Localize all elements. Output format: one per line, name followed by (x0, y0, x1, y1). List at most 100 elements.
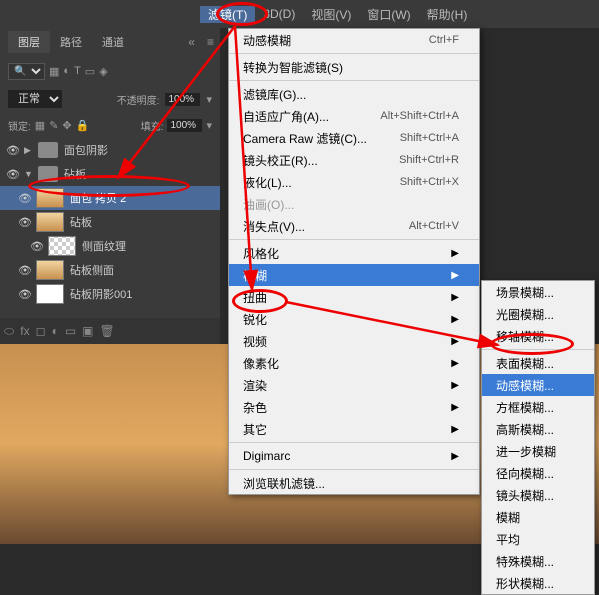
filter-image-icon[interactable]: ▦ (49, 65, 59, 78)
submenu-iris-blur[interactable]: 光圈模糊... (482, 303, 594, 325)
filter-shape-icon[interactable]: ▭ (85, 65, 95, 78)
submenu-gaussian[interactable]: 高斯模糊... (482, 418, 594, 440)
group-icon[interactable]: ▭ (65, 324, 76, 338)
filter-smart-icon[interactable]: ◈ (99, 65, 107, 78)
menu-filter-gallery[interactable]: 滤镜库(G)... (229, 83, 479, 105)
layer-row[interactable]: 👁 ▼ 砧板 (0, 162, 220, 186)
fx-icon[interactable]: fx (20, 324, 29, 338)
menu-label: 模糊 (243, 267, 267, 284)
new-layer-icon[interactable]: ▣ (82, 324, 93, 338)
submenu-motion-blur[interactable]: 动感模糊... (482, 374, 594, 396)
link-icon[interactable]: ⬭ (4, 324, 14, 339)
menu-lens-correct[interactable]: 镜头校正(R)... Shift+Ctrl+R (229, 149, 479, 171)
tab-layers[interactable]: 图层 (8, 31, 50, 53)
visibility-icon[interactable]: 👁 (6, 144, 18, 157)
menu-label: 锐化 (243, 311, 267, 328)
fill-input[interactable] (167, 119, 202, 132)
submenu-arrow-icon: ▶ (451, 314, 459, 325)
menu-shortcut: Ctrl+F (429, 34, 459, 46)
menu-stylize[interactable]: 风格化▶ (229, 242, 479, 264)
fill-dropdown-icon[interactable]: ▾ (206, 119, 212, 132)
submenu-tilt-shift[interactable]: 移轴模糊... (482, 325, 594, 347)
layer-row[interactable]: 👁 ▶ 面包阴影 (0, 138, 220, 162)
visibility-icon[interactable]: 👁 (18, 288, 30, 301)
visibility-icon[interactable]: 👁 (6, 168, 18, 181)
layer-row[interactable]: 👁 砧板 (0, 210, 220, 234)
blend-mode-select[interactable]: 正常 (8, 90, 62, 108)
filter-adjust-icon[interactable]: ◐ (63, 65, 70, 77)
layer-row[interactable]: 👁 面包 拷贝 2 (0, 186, 220, 210)
layer-filter-select[interactable]: 🔍 (8, 63, 45, 80)
layer-thumbnail (36, 188, 64, 208)
submenu-average[interactable]: 平均 (482, 528, 594, 550)
lock-pixels-icon[interactable]: ▦ (35, 119, 45, 132)
expand-icon[interactable]: ▼ (24, 169, 32, 179)
menu-shortcut: Alt+Ctrl+V (409, 220, 459, 232)
lock-all-icon[interactable]: 🔒 (76, 119, 90, 132)
menu-shortcut: Shift+Ctrl+R (399, 154, 459, 166)
filter-type-icon[interactable]: T (74, 65, 81, 77)
menu-adaptive-wide[interactable]: 自适应广角(A)... Alt+Shift+Ctrl+A (229, 105, 479, 127)
menu-3d[interactable]: 3D(D) (255, 7, 303, 21)
visibility-icon[interactable]: 👁 (18, 264, 30, 277)
visibility-icon[interactable]: 👁 (18, 192, 30, 205)
blur-submenu: 场景模糊... 光圈模糊... 移轴模糊... 表面模糊... 动感模糊... … (481, 280, 595, 595)
panel-menu-icon[interactable]: ≡ (201, 35, 220, 49)
layer-thumbnail (36, 260, 64, 280)
layer-row[interactable]: 👁 砧板侧面 (0, 258, 220, 282)
tab-channels[interactable]: 通道 (92, 31, 134, 53)
submenu-field-blur[interactable]: 场景模糊... (482, 281, 594, 303)
layer-row[interactable]: 👁 侧面纹理 (0, 234, 220, 258)
expand-icon[interactable]: ▶ (24, 145, 32, 156)
menu-camera-raw[interactable]: Camera Raw 滤镜(C)... Shift+Ctrl+A (229, 127, 479, 149)
menu-vanishing[interactable]: 消失点(V)... Alt+Ctrl+V (229, 215, 479, 237)
submenu-box[interactable]: 方框模糊... (482, 396, 594, 418)
menu-oil-paint: 油画(O)... (229, 193, 479, 215)
opacity-input[interactable] (165, 93, 200, 106)
submenu-blur-more[interactable]: 进一步模糊 (482, 440, 594, 462)
layers-panel: 👁 ▶ 面包阴影 👁 ▼ 砧板 👁 面包 拷贝 2 👁 砧板 👁 侧面纹理 👁 … (0, 138, 220, 318)
visibility-icon[interactable]: 👁 (30, 240, 42, 253)
menu-convert-smart[interactable]: 转换为智能滤镜(S) (229, 56, 479, 78)
menu-motion-blur-last[interactable]: 动感模糊 Ctrl+F (229, 29, 479, 51)
menu-digimarc[interactable]: Digimarc▶ (229, 445, 479, 467)
menu-blur[interactable]: 模糊▶ (229, 264, 479, 286)
folder-icon (38, 142, 58, 158)
menu-label: 其它 (243, 421, 267, 438)
layer-name: 砧板 (70, 214, 92, 230)
menu-distort[interactable]: 扭曲▶ (229, 286, 479, 308)
menu-label: 扭曲 (243, 289, 267, 306)
filter-menu: 动感模糊 Ctrl+F 转换为智能滤镜(S) 滤镜库(G)... 自适应广角(A… (228, 28, 480, 495)
menu-render[interactable]: 渲染▶ (229, 374, 479, 396)
submenu-lens[interactable]: 镜头模糊... (482, 484, 594, 506)
lock-brush-icon[interactable]: ✎ (49, 119, 58, 132)
menu-other[interactable]: 其它▶ (229, 418, 479, 440)
submenu-blur[interactable]: 模糊 (482, 506, 594, 528)
submenu-surface[interactable]: 表面模糊... (482, 352, 594, 374)
menu-sharpen[interactable]: 锐化 ▶ (229, 308, 479, 330)
visibility-icon[interactable]: 👁 (18, 216, 30, 229)
submenu-smart[interactable]: 特殊模糊... (482, 550, 594, 572)
menu-label: 渲染 (243, 377, 267, 394)
submenu-shape[interactable]: 形状模糊... (482, 572, 594, 594)
menu-window[interactable]: 窗口(W) (359, 6, 418, 23)
menu-browse-online[interactable]: 浏览联机滤镜... (229, 472, 479, 494)
menu-filter[interactable]: 滤镜(T) (200, 6, 255, 23)
menu-label: 液化(L)... (243, 174, 292, 191)
menu-pixelate[interactable]: 像素化▶ (229, 352, 479, 374)
panel-close-icon[interactable]: « (182, 35, 201, 49)
lock-move-icon[interactable]: ✥ (62, 119, 71, 132)
menu-help[interactable]: 帮助(H) (419, 6, 476, 23)
menu-noise[interactable]: 杂色▶ (229, 396, 479, 418)
menu-liquify[interactable]: 液化(L)... Shift+Ctrl+X (229, 171, 479, 193)
fill-label: 填充: (141, 118, 164, 133)
submenu-radial[interactable]: 径向模糊... (482, 462, 594, 484)
menu-video[interactable]: 视频▶ (229, 330, 479, 352)
opacity-dropdown-icon[interactable]: ▾ (206, 93, 212, 106)
delete-icon[interactable]: 🗑 (100, 324, 115, 338)
mask-icon[interactable]: ◻ (36, 324, 46, 338)
menu-view[interactable]: 视图(V) (303, 6, 359, 23)
tab-paths[interactable]: 路径 (50, 31, 92, 53)
layer-row[interactable]: 👁 砧板阴影001 (0, 282, 220, 306)
adjustment-icon[interactable]: ◐ (52, 324, 59, 338)
